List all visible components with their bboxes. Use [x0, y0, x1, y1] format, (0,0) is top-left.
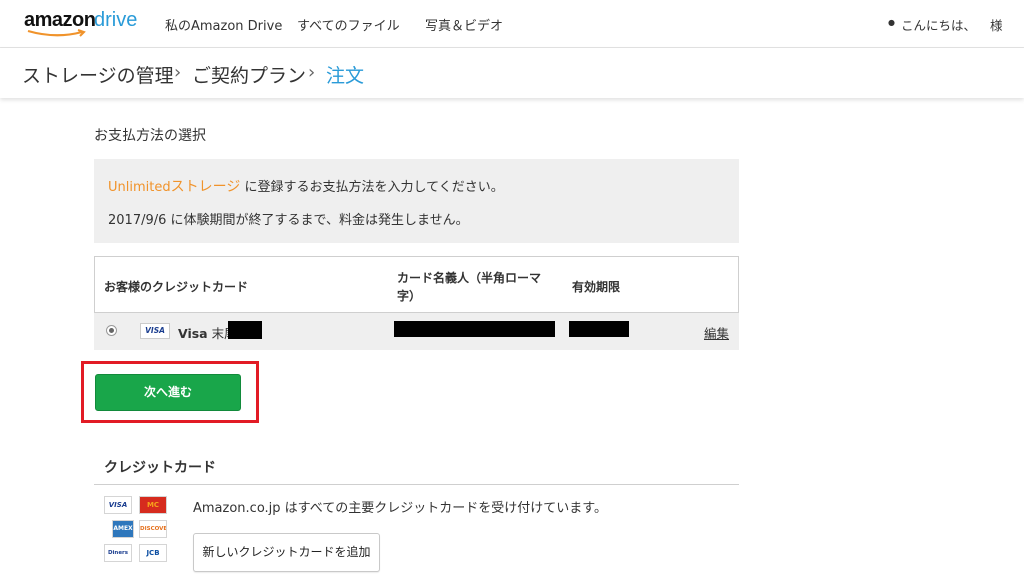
discover-logo-icon: DISCOVER [139, 520, 167, 538]
table-row[interactable]: VISA Visa 末尾 編集 [94, 313, 739, 350]
visa-logo-icon: VISA [104, 496, 132, 514]
greeting-text[interactable]: こんにちは、 [901, 15, 976, 34]
section-title: お支払方法の選択 [94, 128, 206, 144]
accepted-cards-text: Amazon.co.jp はすべての主要クレジットカードを受け付けています。 [193, 501, 607, 516]
breadcrumb-chevron-icon: › [308, 62, 316, 83]
logo-drive-text: drive [94, 9, 138, 31]
mastercard-logo-icon: MC [139, 496, 167, 514]
redacted-card-number [228, 321, 262, 339]
header-cardholder: カード名義人（半角ローマ字） [397, 271, 542, 303]
amazon-smile-icon [27, 29, 86, 37]
divider [94, 484, 739, 485]
notice-box: Unlimitedストレージ に登録するお支払方法を入力してください。 2017… [94, 159, 739, 243]
redacted-expiry [569, 321, 629, 337]
card-radio[interactable] [106, 325, 117, 336]
visa-icon: VISA [140, 323, 170, 339]
notice-line-2: 2017/9/6 に体験期間が終了するまで、料金は発生しません。 [108, 213, 469, 228]
notice-line-1-rest: に登録するお支払方法を入力してください。 [240, 180, 504, 195]
top-navigation-bar: amazon drive 私のAmazon Drive すべてのファイル 写真＆… [0, 0, 1024, 48]
breadcrumb-storage[interactable]: ストレージの管理 [22, 61, 174, 88]
card-brand: Visa [178, 326, 208, 341]
amex-logo-icon: AMEX [112, 520, 134, 538]
jcb-logo-icon: JCB [139, 544, 167, 562]
breadcrumb: ストレージの管理 › ご契約プラン › 注文 [0, 48, 1024, 98]
notice-plan-storage: ストレージ [170, 179, 241, 195]
breadcrumb-plan[interactable]: ご契約プラン [192, 61, 306, 88]
edit-card-link[interactable]: 編集 [704, 323, 729, 342]
next-button[interactable]: 次へ進む [95, 374, 241, 411]
diners-logo-icon: Diners [104, 544, 132, 562]
credit-card-title: クレジットカード [104, 460, 216, 476]
header-expiry: 有効期限 [572, 280, 621, 294]
breadcrumb-chevron-icon: › [174, 62, 182, 83]
breadcrumb-order: 注文 [326, 65, 365, 87]
notice-line-1: Unlimitedストレージ に登録するお支払方法を入力してください。 [108, 176, 504, 196]
table-header: お客様のクレジットカード カード名義人（半角ローマ字） 有効期限 [94, 256, 739, 313]
header-card: お客様のクレジットカード [104, 280, 249, 294]
add-credit-card-button[interactable]: 新しいクレジットカードを追加 [193, 533, 380, 572]
menu-dot-icon: ● [888, 18, 895, 27]
nav-all-files[interactable]: すべてのファイル [297, 15, 400, 34]
nav-my-drive[interactable]: 私のAmazon Drive [165, 15, 282, 34]
redacted-cardholder [394, 321, 555, 337]
notice-plan-name: Unlimited [108, 180, 171, 195]
credit-card-table: お客様のクレジットカード カード名義人（半角ローマ字） 有効期限 VISA Vi… [94, 256, 739, 350]
greeting-suffix: 様 [990, 18, 1003, 33]
nav-photos-videos[interactable]: 写真＆ビデオ [425, 15, 503, 34]
